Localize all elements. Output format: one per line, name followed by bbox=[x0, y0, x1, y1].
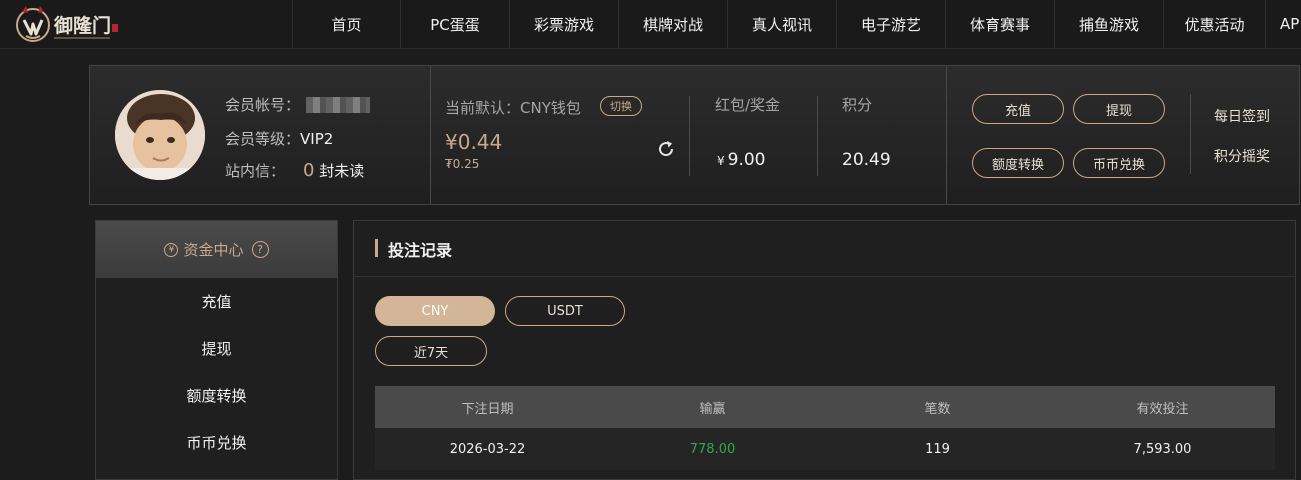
nav-item-live-casino[interactable]: 真人视讯 bbox=[727, 0, 836, 48]
avatar[interactable] bbox=[115, 90, 205, 180]
nav-item-promotions[interactable]: 优惠活动 bbox=[1163, 0, 1265, 48]
transfer-button[interactable]: 额度转换 bbox=[972, 148, 1064, 178]
column-header-count: 笔数 bbox=[924, 401, 951, 417]
sidebar-header: ¥ 资金中心 ? bbox=[96, 221, 337, 278]
fund-center-sidebar: ¥ 资金中心 ? 充值 提现 额度转换 币币兑换 bbox=[95, 220, 338, 480]
unread-suffix: 封未读 bbox=[319, 162, 365, 180]
switch-wallet-button[interactable]: 切换 bbox=[600, 96, 642, 116]
main-nav: 首页 PC蛋蛋 彩票游戏 棋牌对战 真人视讯 电子游艺 体育赛事 捕鱼游戏 优惠… bbox=[292, 0, 1301, 48]
points-value: 20.49 bbox=[842, 150, 891, 170]
inbox-label: 站内信： bbox=[225, 162, 286, 180]
brand-seal bbox=[112, 24, 118, 32]
column-header-winloss: 输赢 bbox=[699, 401, 726, 417]
divider bbox=[689, 96, 690, 176]
date-range-7days[interactable]: 近7天 bbox=[375, 336, 487, 366]
cell-winloss: 778.00 bbox=[689, 441, 736, 457]
tab-usdt[interactable]: USDT bbox=[505, 296, 625, 326]
sidebar-title: 资金中心 bbox=[183, 241, 244, 259]
account-label: 会员帐号： bbox=[225, 96, 301, 114]
nav-item-sports[interactable]: 体育赛事 bbox=[945, 0, 1054, 48]
cell-valid-bet: 7,593.00 bbox=[1133, 441, 1192, 457]
table-header: 下注日期 输赢 笔数 有效投注 bbox=[375, 386, 1275, 428]
sidebar-item-exchange[interactable]: 币币兑换 bbox=[96, 419, 337, 466]
redpacket-currency: ¥ bbox=[717, 154, 725, 168]
deposit-button[interactable]: 充值 bbox=[972, 94, 1064, 124]
title-accent-bar bbox=[375, 239, 378, 257]
level-label: 会员等级： bbox=[225, 130, 301, 148]
divider bbox=[817, 96, 818, 176]
account-row: 会员帐号： bbox=[225, 94, 371, 115]
redpacket-amount: 9.00 bbox=[727, 150, 766, 170]
brand-name: 御隆门 bbox=[54, 15, 112, 37]
dragon-logo-icon bbox=[16, 6, 50, 42]
logo[interactable]: 御隆门 bbox=[14, 4, 118, 44]
nav-item-lottery[interactable]: 彩票游戏 bbox=[509, 0, 618, 48]
bet-records-table: 下注日期 输赢 笔数 有效投注 2026-03-22 778.00 119 7,… bbox=[375, 386, 1275, 470]
help-icon[interactable]: ? bbox=[251, 241, 269, 258]
daily-checkin-link[interactable]: 每日签到 bbox=[1214, 106, 1270, 126]
sidebar-item-withdraw[interactable]: 提现 bbox=[96, 325, 337, 372]
bet-records-panel: 投注记录 CNY USDT 近7天 下注日期 输赢 笔数 有效投注 2026-0… bbox=[353, 220, 1296, 480]
redpacket-value: ¥9.00 bbox=[717, 150, 766, 170]
level-value: VIP2 bbox=[300, 130, 334, 148]
refresh-icon[interactable] bbox=[656, 139, 676, 159]
points-label: 积分 bbox=[842, 96, 873, 114]
baby-avatar-image bbox=[115, 90, 205, 180]
inbox-row[interactable]: 站内信： 0 封未读 bbox=[225, 160, 364, 181]
nav-item-fishing[interactable]: 捕鱼游戏 bbox=[1054, 0, 1163, 48]
exchange-button[interactable]: 币币兑换 bbox=[1073, 148, 1165, 178]
level-row: 会员等级：VIP2 bbox=[225, 128, 333, 149]
brand-tagline-line bbox=[54, 37, 110, 39]
cell-count: 119 bbox=[925, 441, 950, 457]
points-lottery-link[interactable]: 积分摇奖 bbox=[1214, 146, 1270, 166]
redpacket-label: 红包/奖金 bbox=[715, 96, 781, 114]
divider bbox=[1190, 94, 1191, 174]
wallet-balance-usdt: ₮0.25 bbox=[445, 157, 480, 171]
sidebar-item-transfer[interactable]: 额度转换 bbox=[96, 372, 337, 419]
divider bbox=[946, 66, 947, 204]
nav-item-pc-egg[interactable]: PC蛋蛋 bbox=[400, 0, 509, 48]
unread-count[interactable]: 0 bbox=[303, 160, 314, 181]
nav-item-slots[interactable]: 电子游艺 bbox=[836, 0, 945, 48]
sidebar-item-deposit[interactable]: 充值 bbox=[96, 278, 337, 325]
column-header-valid-bet: 有效投注 bbox=[1136, 401, 1189, 417]
cell-date: 2026-03-22 bbox=[449, 441, 526, 457]
profile-panel: 会员帐号： 会员等级：VIP2 站内信： 0 封未读 当前默认：CNY钱包 切换 … bbox=[89, 65, 1300, 205]
page-title: 投注记录 bbox=[388, 241, 453, 260]
nav-item-home[interactable]: 首页 bbox=[292, 0, 400, 48]
panel-header: 投注记录 bbox=[354, 221, 1295, 277]
divider bbox=[430, 66, 431, 204]
top-nav-bar: 御隆门 首页 PC蛋蛋 彩票游戏 棋牌对战 真人视讯 电子游艺 体育赛事 捕鱼游… bbox=[0, 0, 1301, 49]
coin-icon: ¥ bbox=[164, 242, 179, 257]
column-header-date: 下注日期 bbox=[461, 401, 514, 417]
default-wallet-label: 当前默认：CNY钱包 bbox=[445, 99, 581, 117]
account-value-blurred bbox=[306, 97, 371, 113]
wallet-balance: ¥0.44 bbox=[445, 130, 503, 154]
tab-cny[interactable]: CNY bbox=[375, 296, 495, 326]
table-row[interactable]: 2026-03-22 778.00 119 7,593.00 bbox=[375, 428, 1275, 470]
withdraw-button[interactable]: 提现 bbox=[1073, 94, 1165, 124]
nav-item-app[interactable]: AP bbox=[1265, 0, 1301, 48]
nav-item-chess-cards[interactable]: 棋牌对战 bbox=[618, 0, 727, 48]
